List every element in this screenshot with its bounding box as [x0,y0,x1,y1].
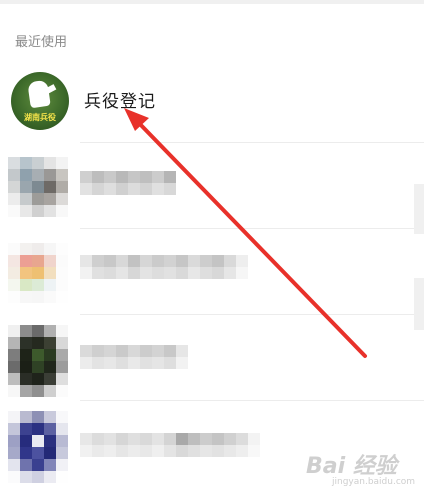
scroll-indicator[interactable] [414,278,424,330]
avatar-badge-text: 湖南兵役 [24,113,56,122]
watermark-url: jingyan.baidu.com [332,477,416,487]
recent-item-blurred-2[interactable] [0,229,424,315]
blurred-label [80,171,176,195]
blurred-avatar-icon [8,243,68,303]
blurred-label [80,345,188,369]
blurred-label [80,255,248,279]
recent-item-blurred-1[interactable] [0,143,424,229]
recent-item-blurred-3[interactable] [0,315,424,401]
blurred-label [80,433,260,457]
blurred-avatar-icon [8,411,68,483]
recent-section-header: 最近使用 [15,35,68,50]
soldier-emblem-icon: 湖南兵役 [11,72,69,130]
top-divider [0,0,424,4]
blurred-avatar-icon [8,157,68,217]
scroll-indicator[interactable] [414,184,424,234]
recent-item-label: 兵役登记 [84,92,156,112]
blurred-avatar-icon [8,325,68,397]
watermark-logo: Bai 经验 [306,454,397,479]
